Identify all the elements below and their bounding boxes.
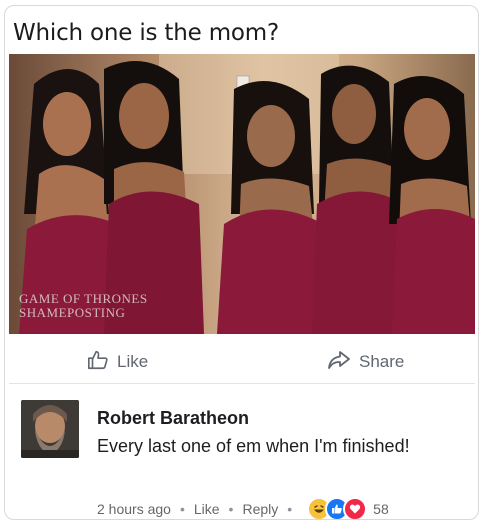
post-actions-bar: Like Share bbox=[9, 341, 475, 384]
post-card: Which one is the mom? GAME OF THRONES SH… bbox=[4, 5, 479, 520]
comment-text: Every last one of em when I'm finished! bbox=[97, 436, 410, 456]
separator-dot: • bbox=[179, 501, 185, 517]
comment-timestamp[interactable]: 2 hours ago bbox=[97, 501, 171, 517]
reactions-summary[interactable]: 58 bbox=[307, 497, 389, 519]
like-button-label: Like bbox=[117, 352, 149, 371]
share-button[interactable]: Share bbox=[327, 347, 404, 377]
share-button-label: Share bbox=[359, 352, 405, 371]
share-arrow-icon bbox=[327, 349, 351, 376]
comment-author-name[interactable]: Robert Baratheon bbox=[97, 408, 249, 429]
reaction-count: 58 bbox=[373, 501, 389, 517]
separator-dot: • bbox=[287, 501, 293, 517]
comment-meta: 2 hours ago • Like • Reply • 58 bbox=[97, 497, 389, 519]
comment-reply-link[interactable]: Reply bbox=[242, 501, 278, 517]
like-button[interactable]: Like bbox=[87, 347, 148, 377]
photo-watermark: GAME OF THRONES SHAMEPOSTING bbox=[19, 291, 148, 320]
avatar[interactable] bbox=[21, 400, 79, 458]
post-title: Which one is the mom? bbox=[13, 20, 279, 46]
post-photo[interactable]: GAME OF THRONES SHAMEPOSTING bbox=[9, 54, 475, 334]
separator-dot: • bbox=[228, 501, 234, 517]
comment-like-link[interactable]: Like bbox=[194, 501, 220, 517]
thumbs-up-icon bbox=[87, 349, 109, 376]
love-icon bbox=[343, 497, 368, 519]
